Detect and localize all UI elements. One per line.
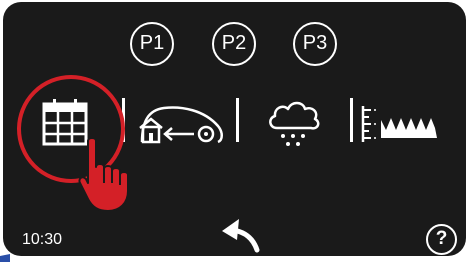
return-home-button[interactable]: [138, 100, 226, 146]
cutting-height-button[interactable]: [360, 102, 440, 144]
menu-divider: [350, 98, 353, 142]
menu-divider: [122, 98, 125, 142]
mower-return-to-base-icon: [139, 106, 223, 144]
stage: P1 P2 P3 10:30 ?: [0, 0, 471, 262]
corner-mark-icon: [0, 254, 10, 262]
program-p2-button[interactable]: P2: [212, 22, 256, 66]
program-p1-button[interactable]: P1: [130, 22, 174, 66]
touch-screen: P1 P2 P3 10:30 ?: [3, 2, 466, 256]
rain-cloud-icon: [269, 101, 320, 146]
menu-divider: [236, 98, 239, 142]
calendar-grid-icon: [42, 99, 88, 146]
back-button[interactable]: [219, 212, 265, 254]
grass-height-icon: [361, 106, 437, 142]
rain-button[interactable]: [265, 98, 321, 150]
clock-time: 10:30: [22, 231, 63, 248]
pointing-hand-icon: [76, 137, 136, 213]
help-button[interactable]: ?: [426, 224, 457, 255]
program-p3-button[interactable]: P3: [293, 22, 337, 66]
schedule-button[interactable]: [41, 98, 89, 148]
back-arrow-icon: [222, 219, 260, 253]
